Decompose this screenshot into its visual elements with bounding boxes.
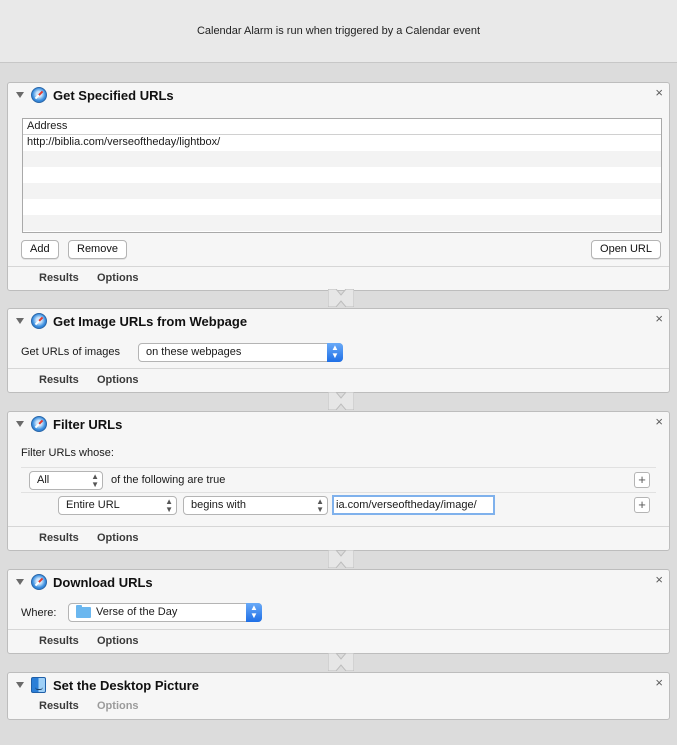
popup-value: on these webpages [146,346,242,358]
action-title: Get Specified URLs [53,88,174,103]
where-label: Where: [21,607,57,619]
filter-whose-label: Filter URLs whose: [21,447,114,459]
tab-options[interactable]: Options [97,532,139,544]
disclosure-triangle-icon[interactable] [16,579,24,585]
open-url-button[interactable]: Open URL [591,240,661,259]
action-title: Get Image URLs from Webpage [53,314,248,329]
table-row-empty [23,215,661,231]
popup-value: begins with [191,499,247,511]
urls-of-images-label: Get URLs of images [21,346,121,358]
action-set-desktop-picture[interactable]: Set the Desktop Picture × Results Option… [7,672,670,720]
action-get-image-urls[interactable]: Get Image URLs from Webpage × Get URLs o… [7,308,670,393]
quantifier-popup[interactable]: All ▲ ▼ [29,471,103,490]
finder-icon [31,677,46,693]
tab-options[interactable]: Options [97,374,139,386]
following-true-label: of the following are true [111,474,226,486]
tab-results[interactable]: Results [39,374,79,386]
action-footer: Results Options [8,266,669,290]
action-header: Get Image URLs from Webpage × [8,309,669,335]
action-footer: Results Options [8,695,669,719]
action-download-urls[interactable]: Download URLs × Where: Verse of the Day … [7,569,670,654]
divider [21,492,656,493]
safari-icon [31,416,47,432]
tab-results[interactable]: Results [39,272,79,284]
table-row[interactable]: http://biblia.com/verseoftheday/lightbox… [23,135,661,151]
connector-arrow-icon [328,392,354,410]
disclosure-triangle-icon[interactable] [16,318,24,324]
url-match-input[interactable]: ia.com/verseoftheday/image/ [332,495,495,515]
action-get-specified-urls[interactable]: Get Specified URLs × Address http://bibl… [7,82,670,291]
tab-options[interactable]: Options [97,272,139,284]
divider [21,467,656,468]
popup-value: Entire URL [66,499,120,511]
tab-options[interactable]: Options [97,635,139,647]
chevron-updown-icon: ▲ ▼ [91,472,99,489]
close-icon[interactable]: × [655,312,663,326]
add-rule-button[interactable]: + [634,472,650,488]
close-icon[interactable]: × [655,415,663,429]
column-header-address[interactable]: Address [23,119,661,135]
chevron-updown-icon: ▲ ▼ [165,497,173,514]
tab-results[interactable]: Results [39,635,79,647]
table-row-empty [23,199,661,215]
tab-results[interactable]: Results [39,532,79,544]
tab-options: Options [97,700,139,712]
workflow-header: Calendar Alarm is run when triggered by … [0,0,677,63]
table-row-empty [23,151,661,167]
field-popup[interactable]: Entire URL ▲ ▼ [58,496,177,515]
close-icon[interactable]: × [655,86,663,100]
action-filter-urls[interactable]: Filter URLs × Filter URLs whose: All ▲ ▼ … [7,411,670,551]
safari-icon [31,87,47,103]
safari-icon [31,574,47,590]
operator-popup[interactable]: begins with ▲ ▼ [183,496,328,515]
add-subrule-button[interactable]: + [634,497,650,513]
action-title: Download URLs [53,575,153,590]
webpages-popup[interactable]: on these webpages ▲ ▼ [138,343,343,362]
disclosure-triangle-icon[interactable] [16,682,24,688]
chevron-updown-icon: ▲ ▼ [327,343,343,362]
tab-results[interactable]: Results [39,700,79,712]
chevron-updown-icon: ▲ ▼ [246,603,262,622]
chevron-updown-icon: ▲ ▼ [316,497,324,514]
action-header: Get Specified URLs × [8,83,669,109]
remove-button[interactable]: Remove [68,240,127,259]
action-footer: Results Options [8,526,669,550]
table-row-empty [23,167,661,183]
table-row-empty [23,183,661,199]
url-table[interactable]: Address http://biblia.com/verseoftheday/… [22,118,662,233]
action-header: Filter URLs × [8,412,669,438]
action-title: Filter URLs [53,417,123,432]
connector-arrow-icon [328,289,354,307]
connector-arrow-icon [328,653,354,671]
popup-value: Verse of the Day [96,606,178,618]
close-icon[interactable]: × [655,573,663,587]
connector-arrow-icon [328,550,354,568]
close-icon[interactable]: × [655,676,663,690]
disclosure-triangle-icon[interactable] [16,92,24,98]
action-header: Download URLs × [8,570,669,596]
add-button[interactable]: Add [21,240,59,259]
workflow-description: Calendar Alarm is run when triggered by … [196,25,481,37]
destination-folder-popup[interactable]: Verse of the Day ▲ ▼ [68,603,262,622]
popup-value: All [37,474,50,486]
action-footer: Results Options [8,368,669,392]
folder-icon [76,605,91,618]
action-title: Set the Desktop Picture [53,678,199,693]
disclosure-triangle-icon[interactable] [16,421,24,427]
safari-icon [31,313,47,329]
action-footer: Results Options [8,629,669,653]
